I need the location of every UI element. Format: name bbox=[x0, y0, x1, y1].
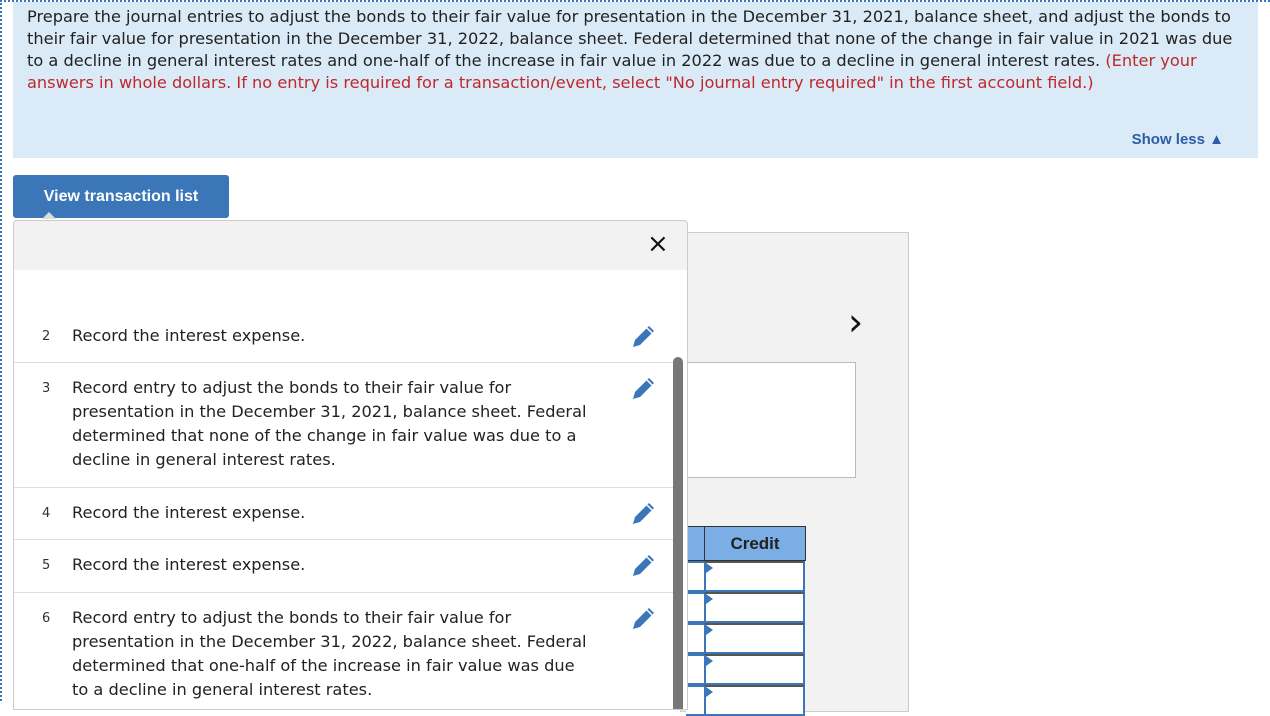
transaction-text: Record the interest expense. bbox=[72, 555, 306, 574]
close-icon[interactable]: × bbox=[647, 229, 669, 259]
credit-cell[interactable] bbox=[704, 592, 805, 623]
transaction-number: 2 bbox=[42, 329, 51, 344]
pencil-icon[interactable] bbox=[630, 604, 658, 632]
debit-cell[interactable] bbox=[686, 623, 704, 654]
next-chevron-icon[interactable]: › bbox=[848, 300, 863, 344]
transaction-number: 5 bbox=[42, 558, 51, 573]
show-less-link[interactable]: Show less ▲ bbox=[1132, 129, 1224, 151]
debit-header bbox=[686, 526, 704, 561]
transaction-text: Record the interest expense. bbox=[72, 326, 306, 345]
transaction-item[interactable]: 2 Record the interest expense. bbox=[14, 311, 674, 363]
transaction-number: 3 bbox=[42, 381, 51, 396]
transaction-item[interactable]: 6 Record entry to adjust the bonds to th… bbox=[14, 593, 674, 709]
credit-cell[interactable] bbox=[704, 623, 805, 654]
transaction-item[interactable]: 4 Record the interest expense. bbox=[14, 488, 674, 540]
frame-border-left bbox=[0, 0, 2, 701]
transaction-description-box bbox=[680, 362, 856, 478]
pencil-icon[interactable] bbox=[630, 374, 658, 402]
view-transaction-list-button[interactable]: View transaction list bbox=[13, 175, 229, 219]
credit-cell[interactable] bbox=[704, 561, 805, 592]
credit-header: Credit bbox=[704, 526, 806, 561]
transaction-number: 4 bbox=[42, 506, 51, 521]
transaction-text: Record entry to adjust the bonds to thei… bbox=[72, 608, 587, 699]
transaction-text: Record the interest expense. bbox=[72, 503, 306, 522]
debit-cell[interactable] bbox=[686, 654, 704, 685]
popup-header bbox=[14, 221, 687, 270]
transaction-item[interactable]: 5 Record the interest expense. bbox=[14, 540, 674, 593]
debit-cell[interactable] bbox=[686, 561, 704, 592]
pencil-icon[interactable] bbox=[630, 322, 658, 350]
scrollbar[interactable] bbox=[673, 357, 683, 709]
pencil-icon[interactable] bbox=[630, 499, 658, 527]
transaction-item[interactable]: 3 Record entry to adjust the bonds to th… bbox=[14, 363, 674, 488]
instructions-panel: Prepare the journal entries to adjust th… bbox=[13, 2, 1258, 158]
pencil-icon[interactable] bbox=[630, 551, 658, 579]
debit-cell[interactable] bbox=[686, 592, 704, 623]
transaction-list-popup: × 2 Record the interest expense. 3 Recor… bbox=[13, 220, 688, 710]
instructions-text: Prepare the journal entries to adjust th… bbox=[27, 7, 1233, 70]
transaction-number: 6 bbox=[42, 611, 51, 626]
transaction-text: Record entry to adjust the bonds to thei… bbox=[72, 378, 587, 469]
credit-cell[interactable] bbox=[704, 654, 805, 685]
